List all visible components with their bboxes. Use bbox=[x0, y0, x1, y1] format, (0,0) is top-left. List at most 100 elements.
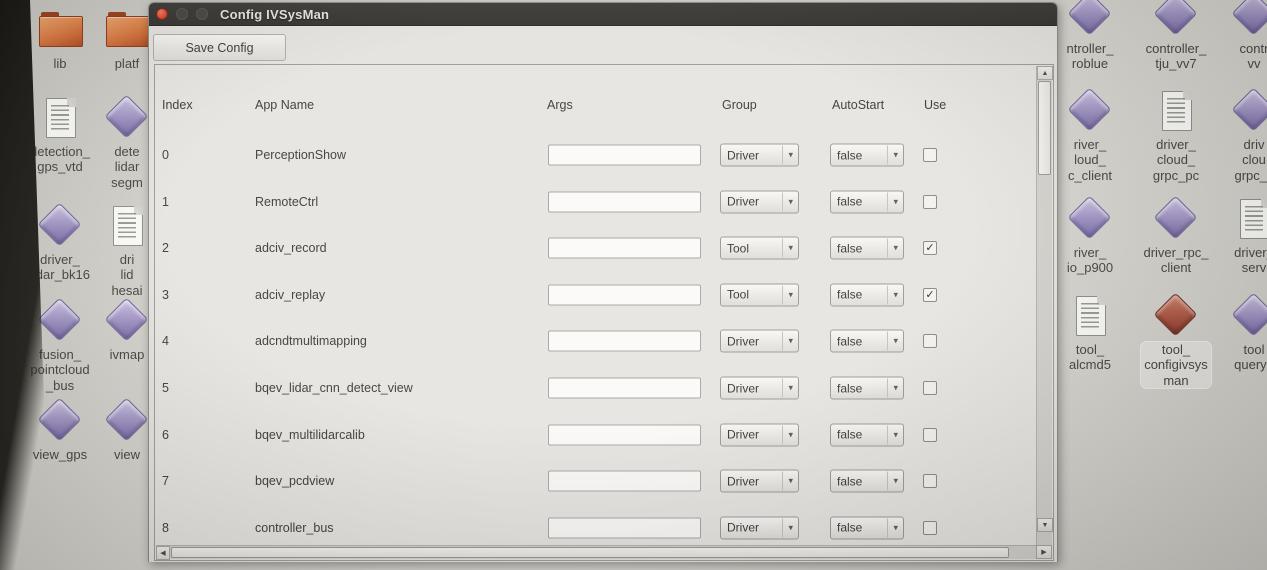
desktop-icon[interactable]: tool_configivsysman bbox=[1136, 293, 1216, 390]
table-row: 6 bqev_multilidarcalib Driver ▾ false ▾ bbox=[155, 412, 1035, 458]
maximize-button[interactable] bbox=[196, 8, 208, 20]
desktop-icon[interactable]: driver_cloud_grpc_pc bbox=[1136, 88, 1216, 185]
args-input[interactable] bbox=[548, 378, 701, 399]
vertical-scrollbar-thumb[interactable] bbox=[1038, 81, 1051, 175]
group-dropdown[interactable]: Driver ▾ bbox=[720, 330, 799, 353]
chevron-down-icon: ▾ bbox=[887, 518, 903, 537]
table-row: 8 controller_bus Driver ▾ false ▾ bbox=[155, 505, 1035, 551]
group-dropdown[interactable]: Tool ▾ bbox=[720, 283, 799, 306]
args-input[interactable] bbox=[548, 331, 701, 352]
group-dropdown[interactable]: Driver ▾ bbox=[720, 516, 799, 539]
use-checkbox[interactable] bbox=[923, 474, 937, 488]
chevron-down-icon: ▾ bbox=[782, 285, 798, 304]
close-button[interactable] bbox=[156, 8, 168, 20]
autostart-dropdown[interactable]: false ▾ bbox=[830, 377, 904, 400]
desktop-icon-label: detection_gps_vtd bbox=[26, 143, 94, 176]
row-app-name: RemoteCtrl bbox=[255, 195, 318, 209]
minimize-button[interactable] bbox=[176, 8, 188, 20]
autostart-value: false bbox=[831, 195, 887, 209]
row-app-name: bqev_multilidarcalib bbox=[255, 428, 365, 442]
args-input[interactable] bbox=[548, 517, 701, 538]
group-dropdown[interactable]: Driver ▾ bbox=[720, 377, 799, 400]
group-value: Driver bbox=[721, 428, 782, 442]
use-checkbox[interactable]: ✓ bbox=[923, 241, 937, 255]
table-row: 7 bqev_pcdview Driver ▾ false ▾ bbox=[155, 458, 1035, 504]
row-index: 5 bbox=[162, 381, 169, 395]
args-input[interactable] bbox=[548, 284, 701, 305]
desktop-icon[interactable]: tool_alcmd5 bbox=[1050, 293, 1130, 374]
column-header-use: Use bbox=[924, 98, 946, 112]
desktop-icon-label: driver_serv bbox=[1230, 244, 1267, 277]
autostart-dropdown[interactable]: false ▾ bbox=[830, 330, 904, 353]
row-index: 1 bbox=[162, 195, 169, 209]
desktop-icon-label: driver_cloud_grpc_pc bbox=[1149, 136, 1203, 184]
use-checkbox[interactable] bbox=[923, 381, 937, 395]
use-checkbox[interactable] bbox=[923, 521, 937, 535]
desktop-icon[interactable]: controller_tju_vv7 bbox=[1136, 0, 1216, 73]
use-checkbox[interactable] bbox=[923, 195, 937, 209]
window-titlebar[interactable]: Config IVSysMan bbox=[149, 3, 1057, 26]
desktop-icon[interactable]: contrvv bbox=[1214, 0, 1267, 73]
diamond-icon bbox=[37, 203, 83, 249]
autostart-dropdown[interactable]: false ▾ bbox=[830, 423, 904, 446]
args-input[interactable] bbox=[548, 424, 701, 445]
autostart-dropdown[interactable]: false ▾ bbox=[830, 470, 904, 493]
desktop-icon[interactable]: ntroller_roblue bbox=[1050, 0, 1130, 73]
group-dropdown[interactable]: Driver ▾ bbox=[720, 470, 799, 493]
diamond-icon bbox=[1153, 196, 1199, 242]
use-checkbox[interactable] bbox=[923, 428, 937, 442]
scroll-up-icon[interactable]: ▲ bbox=[1037, 66, 1053, 80]
diamond-icon bbox=[1153, 0, 1199, 38]
args-input[interactable] bbox=[548, 471, 701, 492]
chevron-down-icon: ▾ bbox=[782, 146, 798, 165]
desktop-icon-label: tool_configivsysman bbox=[1140, 341, 1212, 389]
autostart-value: false bbox=[831, 241, 887, 255]
autostart-dropdown[interactable]: false ▾ bbox=[830, 283, 904, 306]
row-index: 4 bbox=[162, 334, 169, 348]
desktop-icon[interactable]: driver_serv bbox=[1214, 196, 1267, 277]
desktop-icon-label: ivmap bbox=[106, 346, 149, 363]
vertical-scrollbar[interactable]: ▲ ▼ bbox=[1036, 66, 1052, 547]
group-dropdown[interactable]: Driver ▾ bbox=[720, 190, 799, 213]
desktop-icon[interactable]: river_io_p900 bbox=[1050, 196, 1130, 277]
autostart-dropdown[interactable]: false ▾ bbox=[830, 516, 904, 539]
diamond-icon bbox=[37, 298, 83, 344]
horizontal-scrollbar[interactable]: ◀ bbox=[156, 545, 1036, 559]
scroll-right-icon[interactable]: ▶ bbox=[1036, 545, 1052, 559]
horizontal-scrollbar-thumb[interactable] bbox=[171, 547, 1009, 558]
config-ivsysman-window: Config IVSysMan Save Config Index App Na… bbox=[148, 2, 1058, 562]
row-index: 6 bbox=[162, 428, 169, 442]
autostart-dropdown[interactable]: false ▾ bbox=[830, 144, 904, 167]
group-value: Tool bbox=[721, 288, 782, 302]
args-input[interactable] bbox=[548, 191, 701, 212]
desktop-icon-label: controller_tju_vv7 bbox=[1142, 40, 1211, 73]
desktop-icon[interactable]: driver_rpc_client bbox=[1136, 196, 1216, 277]
autostart-dropdown[interactable]: false ▾ bbox=[830, 237, 904, 260]
save-config-button[interactable]: Save Config bbox=[153, 34, 286, 61]
desktop-icon-label: lib bbox=[49, 55, 70, 72]
desktop-icon-label: fusion_pointcloud_bus bbox=[26, 346, 93, 394]
args-input[interactable] bbox=[548, 145, 701, 166]
group-dropdown[interactable]: Driver ▾ bbox=[720, 144, 799, 167]
autostart-value: false bbox=[831, 334, 887, 348]
scroll-down-icon[interactable]: ▼ bbox=[1037, 518, 1053, 532]
desktop-icon[interactable]: drivclougrpc_s bbox=[1214, 88, 1267, 185]
autostart-value: false bbox=[831, 148, 887, 162]
group-dropdown[interactable]: Driver ▾ bbox=[720, 423, 799, 446]
use-checkbox[interactable]: ✓ bbox=[923, 288, 937, 302]
autostart-value: false bbox=[831, 521, 887, 535]
group-dropdown[interactable]: Tool ▾ bbox=[720, 237, 799, 260]
desktop-icon[interactable]: toolqueryn bbox=[1214, 293, 1267, 374]
chevron-down-icon: ▾ bbox=[782, 518, 798, 537]
row-index: 8 bbox=[162, 521, 169, 535]
use-checkbox[interactable] bbox=[923, 148, 937, 162]
autostart-dropdown[interactable]: false ▾ bbox=[830, 190, 904, 213]
desktop-icon[interactable]: river_loud_c_client bbox=[1050, 88, 1130, 185]
desktop-icon-label: platf bbox=[111, 55, 144, 72]
scroll-left-icon[interactable]: ◀ bbox=[156, 546, 170, 560]
chevron-down-icon: ▾ bbox=[887, 332, 903, 351]
table-row: 3 adciv_replay Tool ▾ false ▾ ✓ bbox=[155, 272, 1035, 318]
use-checkbox[interactable] bbox=[923, 334, 937, 348]
group-value: Driver bbox=[721, 148, 782, 162]
args-input[interactable] bbox=[548, 238, 701, 259]
